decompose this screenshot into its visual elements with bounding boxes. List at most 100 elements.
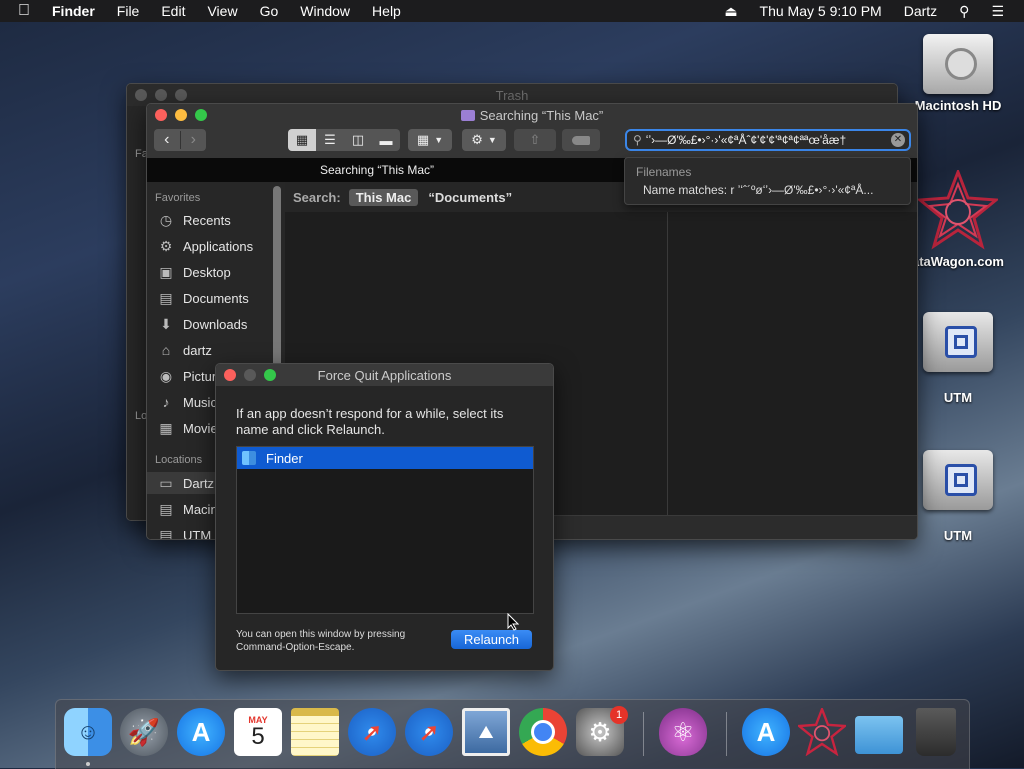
suggestion-header: Filenames <box>636 165 692 179</box>
scope-documents-button[interactable]: “Documents” <box>428 190 512 205</box>
sidebar-item-desktop[interactable]: ▣ Desktop <box>157 261 230 283</box>
search-input[interactable]: ʻʼ›—Ø'‰£•›°·›'«¢ªÅˆ¢'¢'¢'ª¢ª¢ªªœ'åæ† <box>646 133 887 147</box>
window-title: Searching “This Mac” <box>479 108 604 123</box>
dock-launchpad-icon[interactable]: 🚀 <box>120 708 168 756</box>
dock-datawagon-star-icon[interactable] <box>798 708 846 756</box>
tags-button[interactable] <box>562 129 600 151</box>
search-tab-title: Searching “This Mac” <box>319 163 435 177</box>
back-chevron-icon[interactable]: ‹ <box>154 131 181 149</box>
desktop-icon-label: UTM <box>943 390 973 405</box>
results-column-2[interactable] <box>668 212 917 515</box>
menu-bar:  Finder File Edit View Go Window Help ⏏… <box>0 0 1024 22</box>
suggestion-item-name-matches[interactable]: Name matches: r ʼʻˆ´ºøʻʼ›—Ø'‰£•›°·›'«¢ªÅ… <box>625 179 897 197</box>
sidebar-item-label: dartz <box>183 342 212 358</box>
dock-calendar-icon[interactable]: MAY 5 <box>234 708 282 756</box>
force-quit-window[interactable]: Force Quit Applications If an app doesn’… <box>215 363 554 671</box>
sidebar-item-downloads[interactable]: ⬇ Downloads <box>157 313 247 335</box>
sidebar-item-utm[interactable]: ▤ UTM <box>157 524 211 540</box>
music-note-icon: ♪ <box>162 394 170 410</box>
desktop-icon-utm-1[interactable]: UTM <box>908 312 1008 405</box>
zoom-button[interactable] <box>195 109 207 121</box>
window-title: Trash <box>495 87 529 103</box>
sidebar-item-recents[interactable]: ◷ Recents <box>157 209 231 231</box>
disk-icon: ▤ <box>159 500 173 517</box>
finder-toolbar[interactable]: Searching “This Mac” ‹ › ▦ ☰ ◫ ▬ ▦ ▼ ⚙ ▼ ⇧… <box>147 104 917 158</box>
dock-safari-icon[interactable]: ➚ <box>348 708 396 756</box>
menu-help[interactable]: Help <box>361 3 412 19</box>
spotlight-icon[interactable]: ⚲ <box>948 3 980 20</box>
close-button[interactable] <box>135 89 147 101</box>
desktop-icon-datawagon[interactable]: ataWagon.com <box>908 167 1008 269</box>
desktop-icon-utm-2[interactable]: UTM <box>908 450 1008 543</box>
search-folder-icon <box>460 110 475 121</box>
group-by-button[interactable]: ▦ ▼ <box>408 129 452 151</box>
sidebar-item-applications[interactable]: ⚙ Applications <box>157 235 253 257</box>
dock-safari-icon-2[interactable]: ➚ <box>405 708 453 756</box>
forward-chevron-icon[interactable]: › <box>181 131 207 149</box>
sidebar-item-label: Recents <box>183 212 231 228</box>
clock-icon: ◷ <box>159 211 173 228</box>
dock-divider <box>726 712 727 756</box>
finder-app-icon <box>242 451 256 465</box>
eject-icon[interactable]: ⏏ <box>713 3 748 20</box>
dock-folder-icon[interactable] <box>855 716 903 754</box>
sidebar-item-music[interactable]: ♪ Music <box>157 391 217 413</box>
download-icon: ⬇ <box>160 315 172 332</box>
zoom-button[interactable] <box>175 89 187 101</box>
sidebar-item-label: Dartz <box>183 475 215 491</box>
force-quit-instructions: If an app doesn’t respond for a while, s… <box>236 406 504 437</box>
minimize-button <box>244 369 256 381</box>
app-list[interactable]: Finder <box>236 446 534 614</box>
hard-drive-icon <box>923 34 993 94</box>
scope-this-mac-button[interactable]: This Mac <box>348 188 419 206</box>
minimize-button[interactable] <box>155 89 167 101</box>
close-button[interactable] <box>224 369 236 381</box>
dock-finder-icon[interactable]: ☺ <box>64 708 112 756</box>
sidebar-item-label: UTM <box>183 527 212 540</box>
desktop-icon-label: ataWagon.com <box>912 254 1004 269</box>
sidebar-item-label: Applications <box>183 238 254 254</box>
sidebar-item-documents[interactable]: ▤ Documents <box>157 287 248 309</box>
zoom-button[interactable] <box>264 369 276 381</box>
dock-notes-icon[interactable] <box>291 708 339 756</box>
dock-chrome-icon[interactable] <box>519 708 567 756</box>
dock-trash-icon[interactable] <box>916 708 956 756</box>
icon-view-icon[interactable]: ▦ <box>288 129 316 151</box>
column-view-icon[interactable]: ◫ <box>344 132 372 148</box>
menu-go[interactable]: Go <box>249 3 290 19</box>
force-quit-titlebar[interactable]: Force Quit Applications <box>216 364 553 386</box>
view-mode-control[interactable]: ▦ ☰ ◫ ▬ <box>288 129 400 151</box>
menu-file[interactable]: File <box>106 3 151 19</box>
gallery-view-icon[interactable]: ▬ <box>372 133 400 148</box>
search-field[interactable]: ⚲ ʻʼ›—Ø'‰£•›°·›'«¢ªÅˆ¢'¢'¢'ª¢ª¢ªªœ'åæ† ✕ <box>625 129 911 151</box>
dock-app-store-icon-2[interactable]: A <box>742 708 790 756</box>
menubar-clock[interactable]: Thu May 5 9:10 PM <box>749 3 893 19</box>
datawagon-star-icon <box>916 167 1000 250</box>
minimize-button[interactable] <box>175 109 187 121</box>
app-list-row-finder[interactable]: Finder <box>237 447 533 469</box>
menu-view[interactable]: View <box>196 3 248 19</box>
clear-search-icon[interactable]: ✕ <box>891 133 905 147</box>
relaunch-button[interactable]: Relaunch <box>451 630 532 649</box>
utm-disk-icon <box>923 312 993 372</box>
back-forward-control[interactable]: ‹ › <box>154 129 206 151</box>
sidebar-header-locations: Lo <box>135 410 148 422</box>
desktop-icon-macintosh-hd[interactable]: Macintosh HD <box>908 34 1008 113</box>
sidebar-header-locations: Locations <box>155 454 203 466</box>
dock-app-store-icon[interactable]: A <box>177 708 225 756</box>
menu-edit[interactable]: Edit <box>150 3 196 19</box>
apple-menu-icon[interactable]:  <box>0 2 41 20</box>
menu-window[interactable]: Window <box>289 3 361 19</box>
mouse-cursor-icon <box>507 612 520 634</box>
share-button[interactable]: ⇧ <box>514 129 556 151</box>
action-button[interactable]: ⚙ ▼ <box>462 129 506 151</box>
dock-preview-icon[interactable]: ⛰ <box>462 708 510 756</box>
close-button[interactable] <box>155 109 167 121</box>
sidebar-item-home[interactable]: ⌂ dartz <box>157 339 212 361</box>
notification-center-icon[interactable]: ☰ <box>980 3 1024 20</box>
sidebar-item-label: Downloads <box>183 316 248 332</box>
dock-potion-app-icon[interactable]: ⚛ <box>659 708 707 756</box>
list-view-icon[interactable]: ☰ <box>316 132 344 148</box>
menu-app-finder[interactable]: Finder <box>41 3 106 19</box>
menubar-user[interactable]: Dartz <box>893 3 948 19</box>
